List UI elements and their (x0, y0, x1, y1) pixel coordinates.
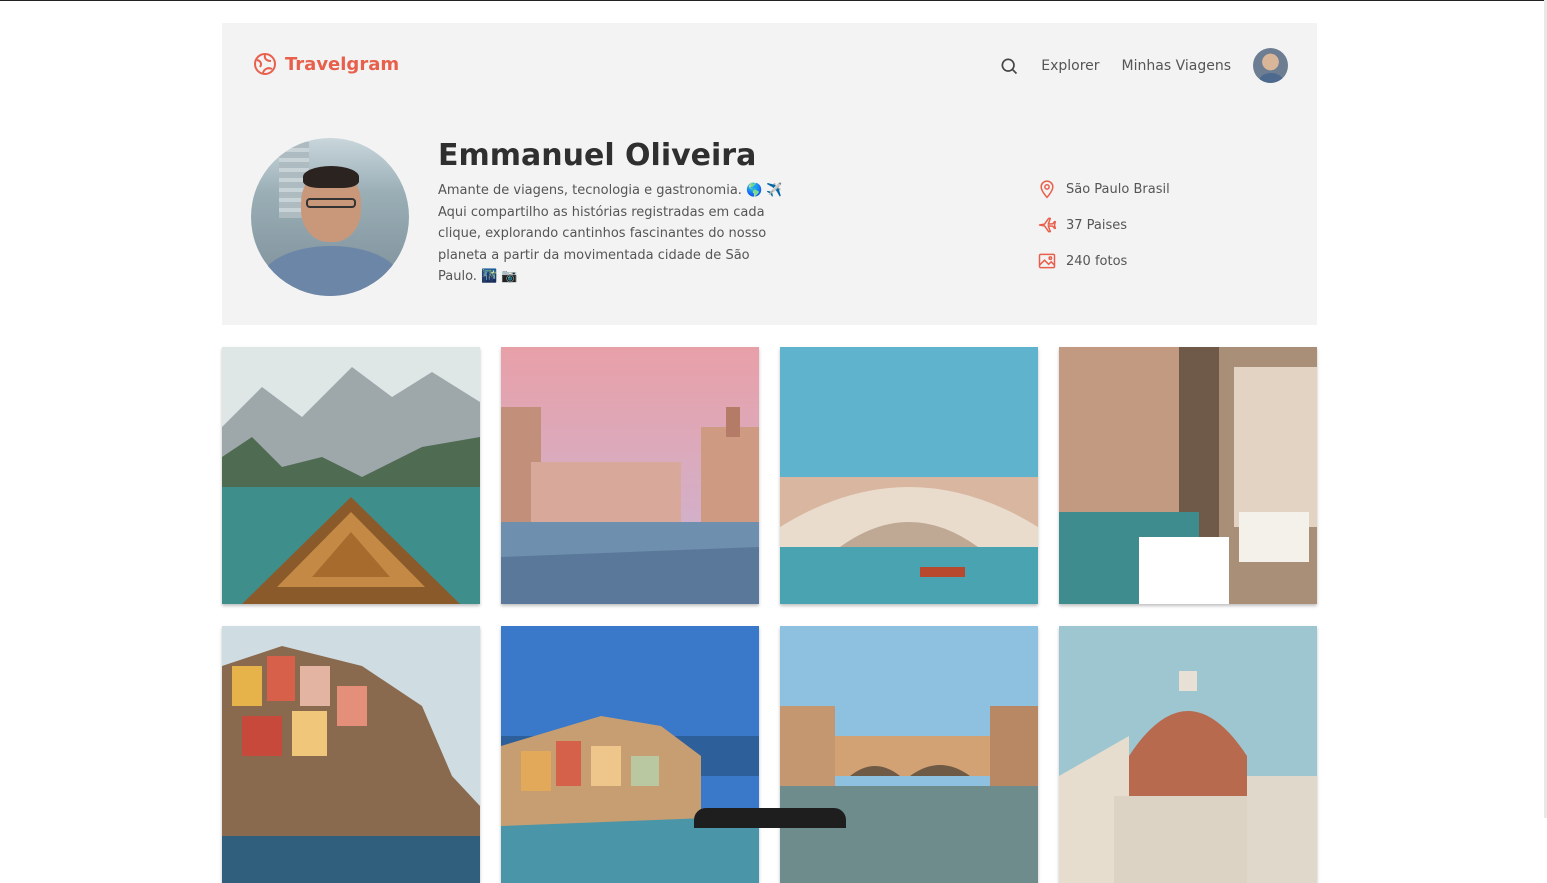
brand-link[interactable]: Travelgram (253, 52, 399, 76)
gallery-photo[interactable] (780, 626, 1038, 883)
nav-link-explorer[interactable]: Explorer (1041, 58, 1099, 74)
gallery-photo[interactable] (780, 347, 1038, 604)
image-icon (1038, 253, 1056, 269)
gallery-photo[interactable] (222, 347, 480, 604)
gallery-photo[interactable] (1059, 626, 1317, 883)
gallery-photo[interactable] (501, 347, 759, 604)
brand-name: Travelgram (285, 53, 400, 75)
gallery-photo[interactable] (501, 626, 759, 883)
stat-photos-label: 240 fotos (1066, 253, 1128, 269)
globe-icon (254, 53, 276, 75)
top-nav: Travelgram Explorer Minhas Viagens (222, 23, 1317, 109)
profile-header-card: Travelgram Explorer Minhas Viagens Emman… (222, 23, 1317, 325)
stat-photos: 240 fotos (1037, 243, 1170, 279)
page-container: Travelgram Explorer Minhas Viagens Emman… (222, 23, 1317, 883)
profile-section: Emmanuel Oliveira Amante de viagens, tec… (251, 138, 1291, 298)
stat-location-label: São Paulo Brasil (1066, 181, 1170, 197)
profile-stats: São Paulo Brasil 37 Paises 240 fotos (1037, 171, 1170, 279)
profile-photo (251, 138, 409, 296)
stat-countries: 37 Paises (1037, 207, 1170, 243)
profile-name: Emmanuel Oliveira (438, 138, 757, 173)
photo-gallery (222, 347, 1317, 883)
user-avatar[interactable] (1253, 48, 1288, 83)
profile-bio: Amante de viagens, tecnologia e gastrono… (438, 183, 783, 284)
search-icon[interactable] (999, 56, 1019, 76)
stat-location: São Paulo Brasil (1037, 171, 1170, 207)
nav-link-minhas-viagens[interactable]: Minhas Viagens (1122, 58, 1231, 74)
window-top-border (0, 0, 1547, 1)
gallery-photo[interactable] (222, 626, 480, 883)
floating-toolbar-handle[interactable] (694, 808, 846, 828)
nav-actions: Explorer Minhas Viagens (999, 48, 1288, 83)
stat-countries-label: 37 Paises (1066, 217, 1128, 233)
airplane-icon (1038, 217, 1057, 233)
gallery-photo[interactable] (1059, 347, 1317, 604)
map-pin-icon (1040, 180, 1054, 199)
